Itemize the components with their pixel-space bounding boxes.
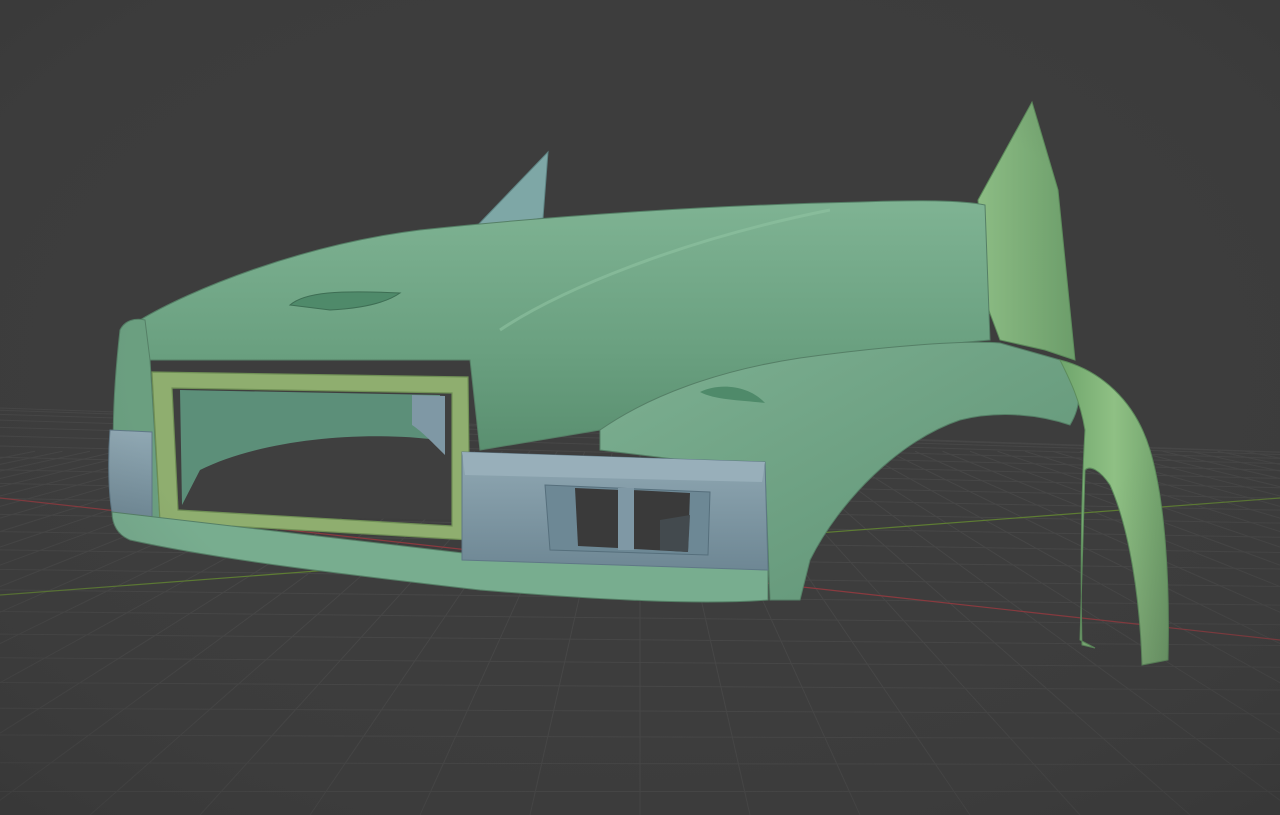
- fog-light-recess-shadow: [660, 515, 690, 552]
- 3d-viewport[interactable]: [0, 0, 1280, 815]
- viewport-canvas[interactable]: [0, 0, 1280, 815]
- fog-light-divider: [618, 488, 634, 550]
- fog-light-opening-left: [575, 488, 620, 548]
- bumper-left[interactable]: [108, 429, 153, 523]
